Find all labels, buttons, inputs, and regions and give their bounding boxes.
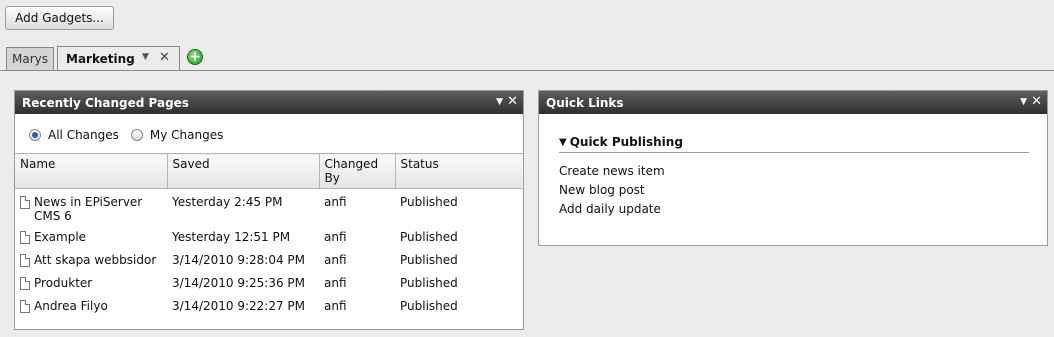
status-cell: Published [400,195,458,209]
chevron-down-icon[interactable]: ▼ [496,97,503,107]
changed-by-cell: anfi [324,298,347,313]
page-icon [20,276,30,290]
my-changes-radio[interactable] [130,129,143,141]
changed-by-cell: anfi [324,229,347,244]
my-changes-label[interactable]: My Changes [150,128,223,142]
collapse-triangle-icon[interactable]: ▼ [559,137,567,148]
section-header[interactable]: ▼ Quick Publishing [559,135,1029,153]
quick-publishing-section: ▼ Quick Publishing Create news item New … [559,135,1029,219]
saved-cell: 3/14/2010 9:25:36 PM [172,275,306,290]
quick-link-new-blog-post[interactable]: New blog post [559,181,1029,200]
table-row[interactable]: Andrea Filyo 3/14/2010 9:22:27 PM anfi P… [15,296,523,319]
recent-pages-table: Name Saved Changed By Status News in EPi… [15,153,523,319]
page-icon [20,230,30,244]
status-cell: Published [400,298,458,313]
chevron-down-icon[interactable]: ▼ [142,52,149,62]
status-cell: Published [400,252,458,267]
add-gadgets-button[interactable]: Add Gadgets... [5,6,114,30]
saved-cell: 3/14/2010 9:28:04 PM [172,252,306,267]
gadget-title: Recently Changed Pages [22,95,189,110]
tab-label: Marketing [66,52,135,66]
close-icon[interactable]: ✕ [159,50,170,65]
table-row[interactable]: Produkter 3/14/2010 9:25:36 PM anfi Publ… [15,273,523,296]
close-icon[interactable]: ✕ [507,94,518,109]
chevron-down-icon[interactable]: ▼ [1020,97,1027,107]
status-cell: Published [400,275,458,290]
tab-marketing[interactable]: Marketing ▼ ✕ [57,46,180,71]
column-header-status[interactable]: Status [395,153,523,189]
recently-changed-pages-gadget: Recently Changed Pages ▼ ✕ All Changes M… [14,90,524,330]
saved-cell: Yesterday 12:51 PM [172,229,291,244]
column-header-changed-by[interactable]: Changed By [319,153,396,189]
page-name-link[interactable]: Att skapa webbsidor [34,253,156,267]
gadget-title: Quick Links [546,95,624,110]
changed-by-cell: anfi [324,275,347,290]
close-icon[interactable]: ✕ [1031,94,1042,109]
quick-link-create-news-item[interactable]: Create news item [559,162,1029,181]
table-row[interactable]: Att skapa webbsidor 3/14/2010 9:28:04 PM… [15,250,523,273]
page-icon [20,196,30,209]
changed-by-cell: anfi [324,195,347,209]
page-name-link[interactable]: Example [34,230,86,244]
column-header-saved[interactable]: Saved [167,153,320,189]
table-row[interactable]: Example Yesterday 12:51 PM anfi Publishe… [15,227,523,250]
quick-links-list: Create news item New blog post Add daily… [559,162,1029,219]
tab-marys[interactable]: Marys [6,47,54,70]
page-name-link[interactable]: Produkter [34,276,92,290]
gadget-header: Quick Links ▼ ✕ [539,91,1047,114]
status-cell: Published [400,229,458,244]
filter-radio-group: All Changes My Changes [29,128,235,142]
tab-label: Marys [12,52,48,66]
all-changes-label[interactable]: All Changes [48,128,119,142]
gadget-header: Recently Changed Pages ▼ ✕ [15,91,523,114]
page-name-link[interactable]: Andrea Filyo [34,299,108,313]
changed-by-cell: anfi [324,252,347,267]
table-row[interactable]: News in EPiServer CMS 6 Yesterday 2:45 P… [15,189,523,227]
page-icon [20,253,30,267]
quick-links-gadget: Quick Links ▼ ✕ ▼ Quick Publishing Creat… [538,90,1048,246]
section-title: Quick Publishing [569,135,683,149]
saved-cell: 3/14/2010 9:22:27 PM [172,298,306,313]
quick-link-add-daily-update[interactable]: Add daily update [559,200,1029,219]
add-tab-icon[interactable]: + [187,49,203,65]
all-changes-radio[interactable] [29,129,41,141]
tab-bar-divider [0,70,1054,71]
page-icon [20,299,30,313]
page-name-link[interactable]: News in EPiServer CMS 6 [34,195,162,223]
saved-cell: Yesterday 2:45 PM [172,195,283,209]
column-header-name[interactable]: Name [15,153,168,189]
